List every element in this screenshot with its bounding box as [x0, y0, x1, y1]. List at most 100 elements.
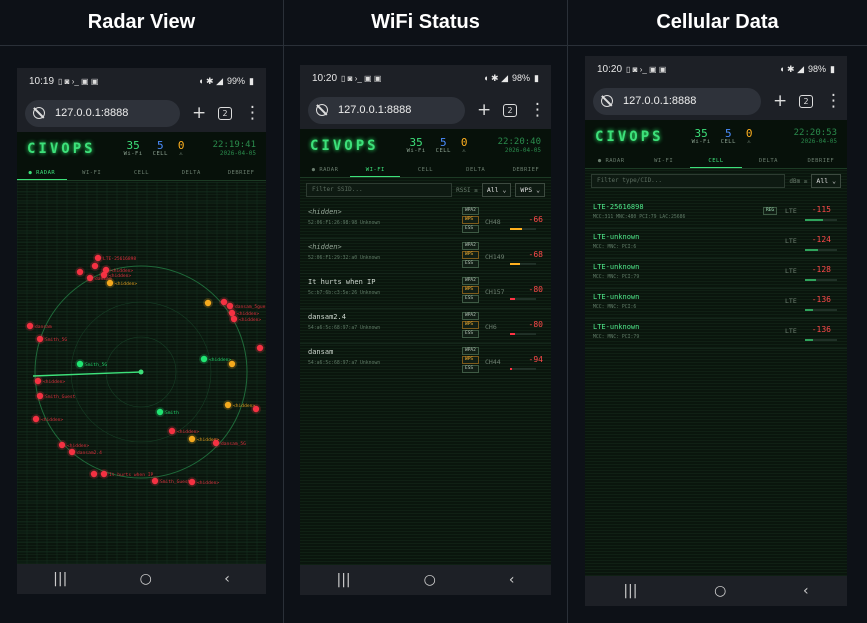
recent-apps-icon[interactable]: ||| [623, 583, 637, 599]
new-tab-button[interactable]: + [773, 91, 787, 111]
tab-radar[interactable]: ● RADAR [300, 162, 350, 177]
ssid-filter-input[interactable]: Filter SSID... [306, 183, 453, 197]
app-logo: CIVOPS [595, 128, 664, 145]
wifi-channel: CH149 [485, 253, 505, 261]
url-field[interactable]: 127.0.0.1:8888 [593, 87, 761, 115]
tab-debrief[interactable]: DEBRIEF [216, 165, 266, 180]
wifi-badges: WPA2 WPS ESS [462, 347, 479, 373]
cell-signal-bar [805, 249, 837, 251]
wifi-rssi: -80 [528, 285, 543, 294]
recent-apps-icon[interactable]: ||| [337, 572, 351, 588]
dbm-select[interactable]: All ⌄ [811, 174, 841, 188]
cell-signal-fill [805, 249, 818, 251]
url-field[interactable]: 127.0.0.1:8888 [25, 99, 180, 127]
cell-row[interactable]: LTE-unknown MCC: MNC: PCI:79 LTE -136 [585, 319, 847, 349]
tab-radar[interactable]: ● RADAR [17, 165, 67, 180]
device-marker-glow [167, 426, 177, 436]
battery-level: 98% [808, 64, 827, 74]
warn-count: 0 [177, 139, 185, 152]
insecure-icon [601, 95, 613, 107]
menu-kebab-icon[interactable]: ⋮ [244, 103, 261, 123]
security-badge: WPA2 [462, 207, 479, 215]
back-icon[interactable]: ‹ [803, 583, 809, 599]
status-time: 10:20 [597, 63, 623, 75]
rssi-select-value: All [486, 186, 499, 194]
wifi-count: 35 [694, 127, 708, 140]
wifi-row[interactable]: dansam2.4 54:a6:5c:68:97:a7 Unknown WPA2… [300, 309, 551, 344]
tab-debrief[interactable]: DEBRIEF [501, 162, 551, 177]
notification-icons: ▯ ◙ ›_ ▣ ▣ [58, 76, 99, 86]
tab-wifi[interactable]: WI-FI [350, 162, 401, 177]
civops-app: CIVOPS 35 Wi-Fi 5 CELL 0 ⚠ 22:19:41 2026-04-… [17, 132, 266, 594]
cid-filter-input[interactable]: Filter type/CID... [591, 174, 786, 188]
battery-icon: ▮ [249, 75, 254, 86]
wifi-signal-bar [510, 228, 536, 230]
device-label: <hidden> [197, 480, 219, 486]
home-icon[interactable]: ○ [714, 583, 726, 599]
tab-cell[interactable]: CELL [117, 165, 167, 180]
cell-row[interactable]: LTE-unknown MCC: MNC: PCI:6 LTE -136 [585, 289, 847, 319]
wifi-badges: WPA2 WPS ESS [462, 277, 479, 303]
tab-switcher-button[interactable]: 2 [218, 106, 232, 120]
device-marker-glow [75, 359, 85, 369]
home-icon[interactable]: ○ [424, 572, 436, 588]
device-label: <hidden> [177, 429, 199, 435]
security-select[interactable]: WPS ⌄ [515, 183, 545, 197]
tab-delta[interactable]: DELTA [742, 153, 794, 168]
wifi-rssi: -80 [528, 320, 543, 329]
security-badge: ESS [462, 260, 479, 268]
status-time: 10:20 [312, 72, 338, 84]
menu-kebab-icon[interactable]: ⋮ [529, 100, 546, 120]
device-label: LTE-25616898 [103, 256, 136, 262]
device-marker-glow [150, 476, 160, 486]
url-field[interactable]: 127.0.0.1:8888 [308, 96, 465, 124]
device-marker-glow [33, 376, 43, 386]
back-icon[interactable]: ‹ [224, 571, 230, 587]
tab-switcher-button[interactable]: 2 [503, 103, 517, 117]
cell-filter-bar: Filter type/CID... dBm ≥ All ⌄ [591, 174, 841, 188]
tab-delta[interactable]: DELTA [451, 162, 501, 177]
tab-radar[interactable]: ● RADAR [585, 153, 637, 168]
device-marker-glow [251, 404, 261, 414]
battery-level: 98% [512, 73, 531, 83]
cell-count: 5 [439, 136, 447, 149]
tab-wifi[interactable]: WI-FI [67, 165, 117, 180]
device-label: <hidden> [115, 281, 137, 287]
back-icon[interactable]: ‹ [509, 572, 515, 588]
radar-scope[interactable]: LTE-25616898<hidden><hidden>dansam<hidde… [17, 182, 266, 586]
status-bar: 10:20 ▯ ◙ ›_ ▣ ▣ ◖ ✱ ◢ 98% ▮ [300, 65, 551, 91]
warn-count: 0 [460, 136, 468, 149]
tab-delta[interactable]: DELTA [166, 165, 216, 180]
tab-wifi[interactable]: WI-FI [637, 153, 689, 168]
home-icon[interactable]: ○ [140, 571, 152, 587]
security-badge: WPS [462, 251, 479, 259]
cell-row[interactable]: LTE-25616898 MCC:311 MNC:480 PCI:79 LAC:… [585, 199, 847, 229]
tab-debrief[interactable]: DEBRIEF [795, 153, 847, 168]
new-tab-button[interactable]: + [192, 103, 206, 123]
recent-apps-icon[interactable]: ||| [53, 571, 67, 587]
tab-cell[interactable]: CELL [689, 153, 743, 168]
clock-time: 22:19:41 [212, 140, 256, 150]
wifi-ssid: dansam2.4 [308, 313, 346, 321]
device-label: Smith_Guest [160, 479, 191, 485]
menu-kebab-icon[interactable]: ⋮ [825, 91, 842, 111]
tab-cell[interactable]: CELL [400, 162, 450, 177]
cell-count: 5 [724, 127, 732, 140]
security-badge: ESS [462, 330, 479, 338]
wifi-signal-bar [510, 298, 536, 300]
wifi-row[interactable]: It hurts when IP 5c:b7:6b:c3:5e:26 Unkno… [300, 274, 551, 309]
device-marker-glow [155, 407, 165, 417]
device-marker-glow [203, 298, 213, 308]
app-tabs: ● RADAR WI-FI CELL DELTA DEBRIEF [585, 153, 847, 169]
cell-row[interactable]: LTE-unknown MCC: MNC: PCI:79 LTE -128 [585, 259, 847, 289]
device-label: <hidden> [239, 317, 261, 323]
cell-detail: MCC: MNC: PCI:6 [593, 245, 637, 250]
rssi-select[interactable]: All ⌄ [481, 183, 512, 197]
cell-name: LTE-unknown [593, 293, 640, 301]
wifi-row[interactable]: <hidden> 52:06:F1:26:98:98 Unknown WPA2 W… [300, 204, 551, 239]
wifi-row[interactable]: <hidden> 52:06:F1:29:32:a0 Unknown WPA2 W… [300, 239, 551, 274]
tab-switcher-button[interactable]: 2 [799, 94, 813, 108]
wifi-row[interactable]: dansam 54:a6:5c:68:97:a7 Unknown WPA2 WPS… [300, 344, 551, 379]
cell-row[interactable]: LTE-unknown MCC: MNC: PCI:6 LTE -124 [585, 229, 847, 259]
new-tab-button[interactable]: + [477, 100, 491, 120]
